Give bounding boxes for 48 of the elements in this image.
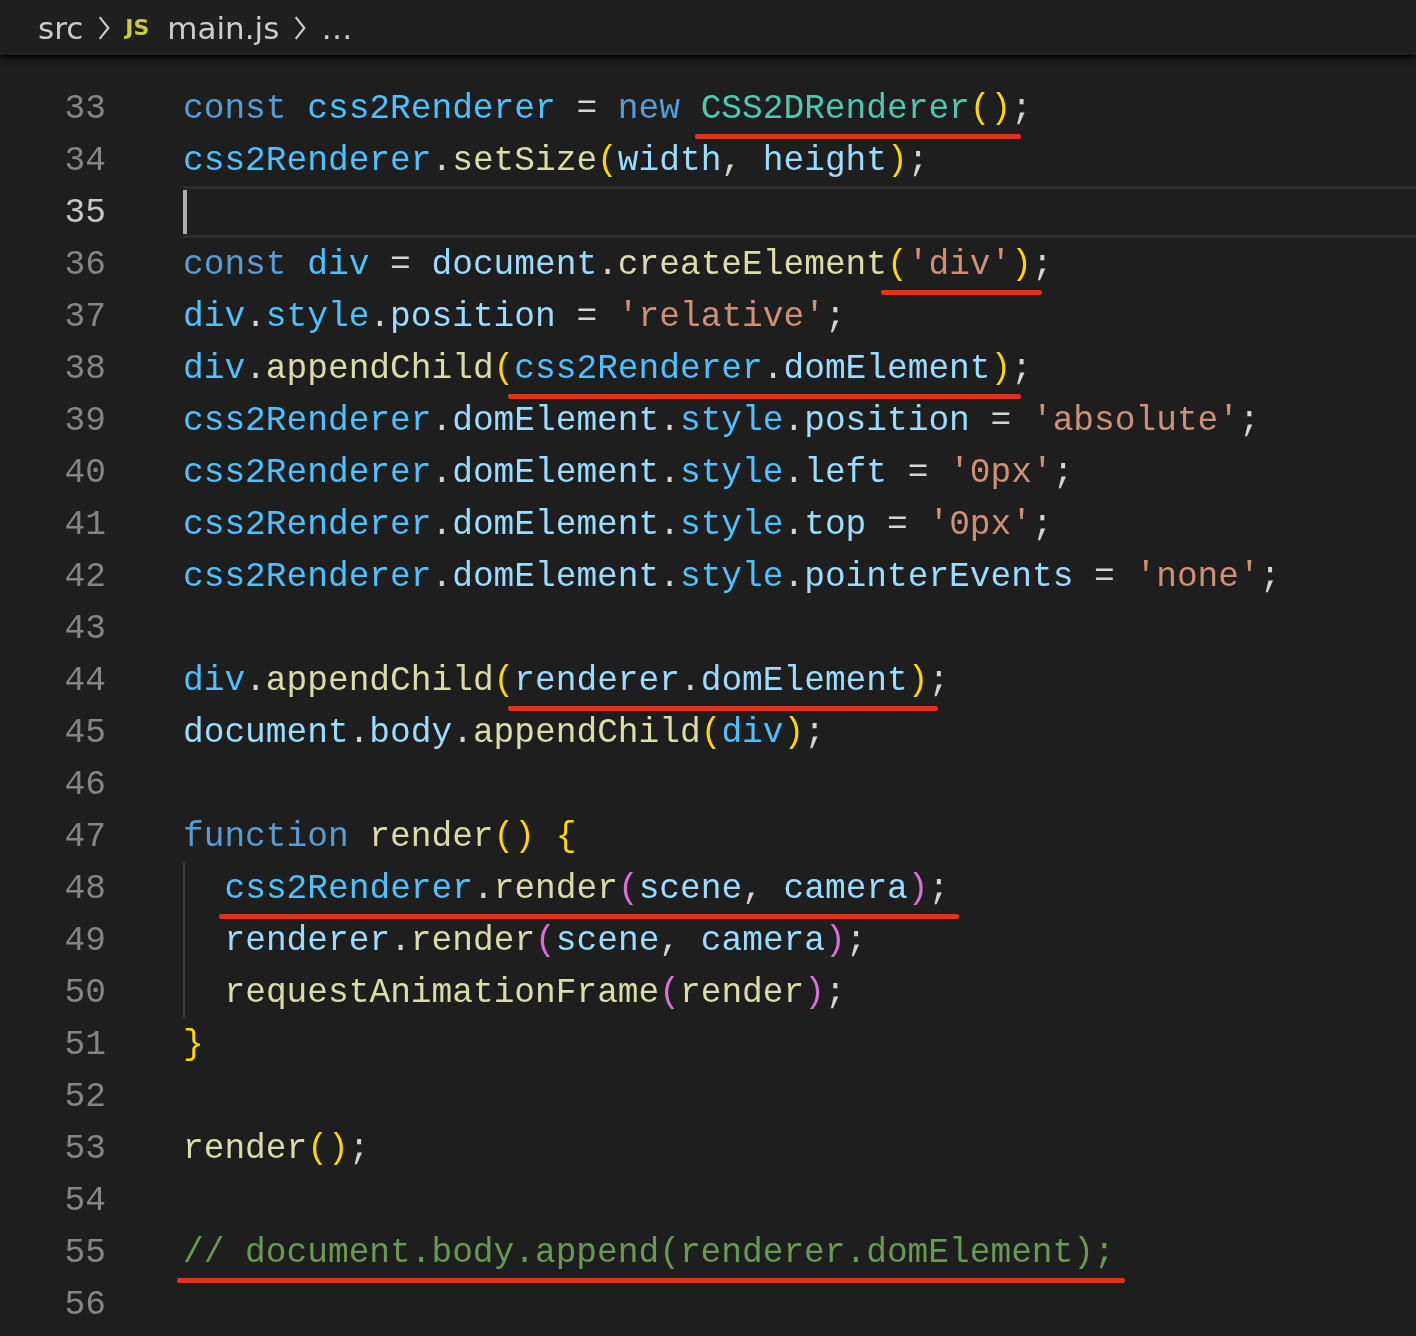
line-number: 39 (63, 400, 106, 440)
code-line: renderer.render(scene, camera); (224, 920, 867, 960)
line-number: 52 (63, 1076, 106, 1116)
code-line: render(); (183, 1128, 370, 1168)
line-number: 38 (63, 348, 106, 388)
code-line: div.appendChild(css2Renderer.domElement); (183, 348, 1032, 388)
line-number: 45 (63, 712, 106, 752)
line-number: 37 (63, 296, 106, 336)
code-line: // document.body.append(renderer.domElement); (183, 1232, 1115, 1272)
line-number: 50 (63, 972, 106, 1012)
line-number: 48 (63, 868, 106, 908)
chevron-right-icon (97, 14, 112, 41)
code-line: css2Renderer.domElement.style.top = '0px'; (183, 504, 1053, 544)
breadcrumb-item[interactable]: JS main.js (125, 9, 280, 46)
line-number: 41 (63, 504, 106, 544)
line-number: 33 (63, 88, 106, 128)
code-line: const css2Renderer = new CSS2DRenderer(); (183, 88, 1032, 128)
line-number: 54 (63, 1180, 106, 1220)
line-number: 34 (63, 140, 106, 180)
code-line: requestAnimationFrame(render); (224, 972, 846, 1012)
code-line: const div = document.createElement('div'); (183, 244, 1053, 284)
line-number: 49 (63, 920, 106, 960)
line-number: 36 (63, 244, 106, 284)
code-line: div.appendChild(renderer.domElement); (183, 660, 950, 700)
code-line: } (183, 1024, 204, 1064)
line-number: 44 (63, 660, 106, 700)
breadcrumb-item[interactable]: … (321, 9, 353, 46)
code-line: css2Renderer.render(scene, camera); (224, 868, 950, 908)
code-line: document.body.appendChild(div); (183, 712, 825, 752)
code-line: function render() { (183, 816, 577, 856)
line-number: 55 (63, 1232, 106, 1272)
line-number: 35 (63, 192, 106, 232)
text-cursor (183, 190, 187, 234)
line-number: 56 (63, 1284, 106, 1324)
line-number: 51 (63, 1024, 106, 1064)
code-line: css2Renderer.domElement.style.pointerEvents = 'none'; (183, 556, 1281, 596)
code-line: div.style.position = 'relative'; (183, 296, 846, 336)
breadcrumb-item[interactable]: src (38, 9, 84, 46)
line-number: 43 (63, 608, 106, 648)
code-line: css2Renderer.domElement.style.left = '0px'; (183, 452, 1074, 492)
code-line: css2Renderer.domElement.style.position = 'absolute'; (183, 400, 1260, 440)
line-number: 40 (63, 452, 106, 492)
line-number: 53 (63, 1128, 106, 1168)
chevron-right-icon (293, 14, 308, 41)
line-number: 47 (63, 816, 106, 856)
line-number: 46 (63, 764, 106, 804)
line-number: 42 (63, 556, 106, 596)
code-line: css2Renderer.setSize(width, height); (183, 140, 929, 180)
